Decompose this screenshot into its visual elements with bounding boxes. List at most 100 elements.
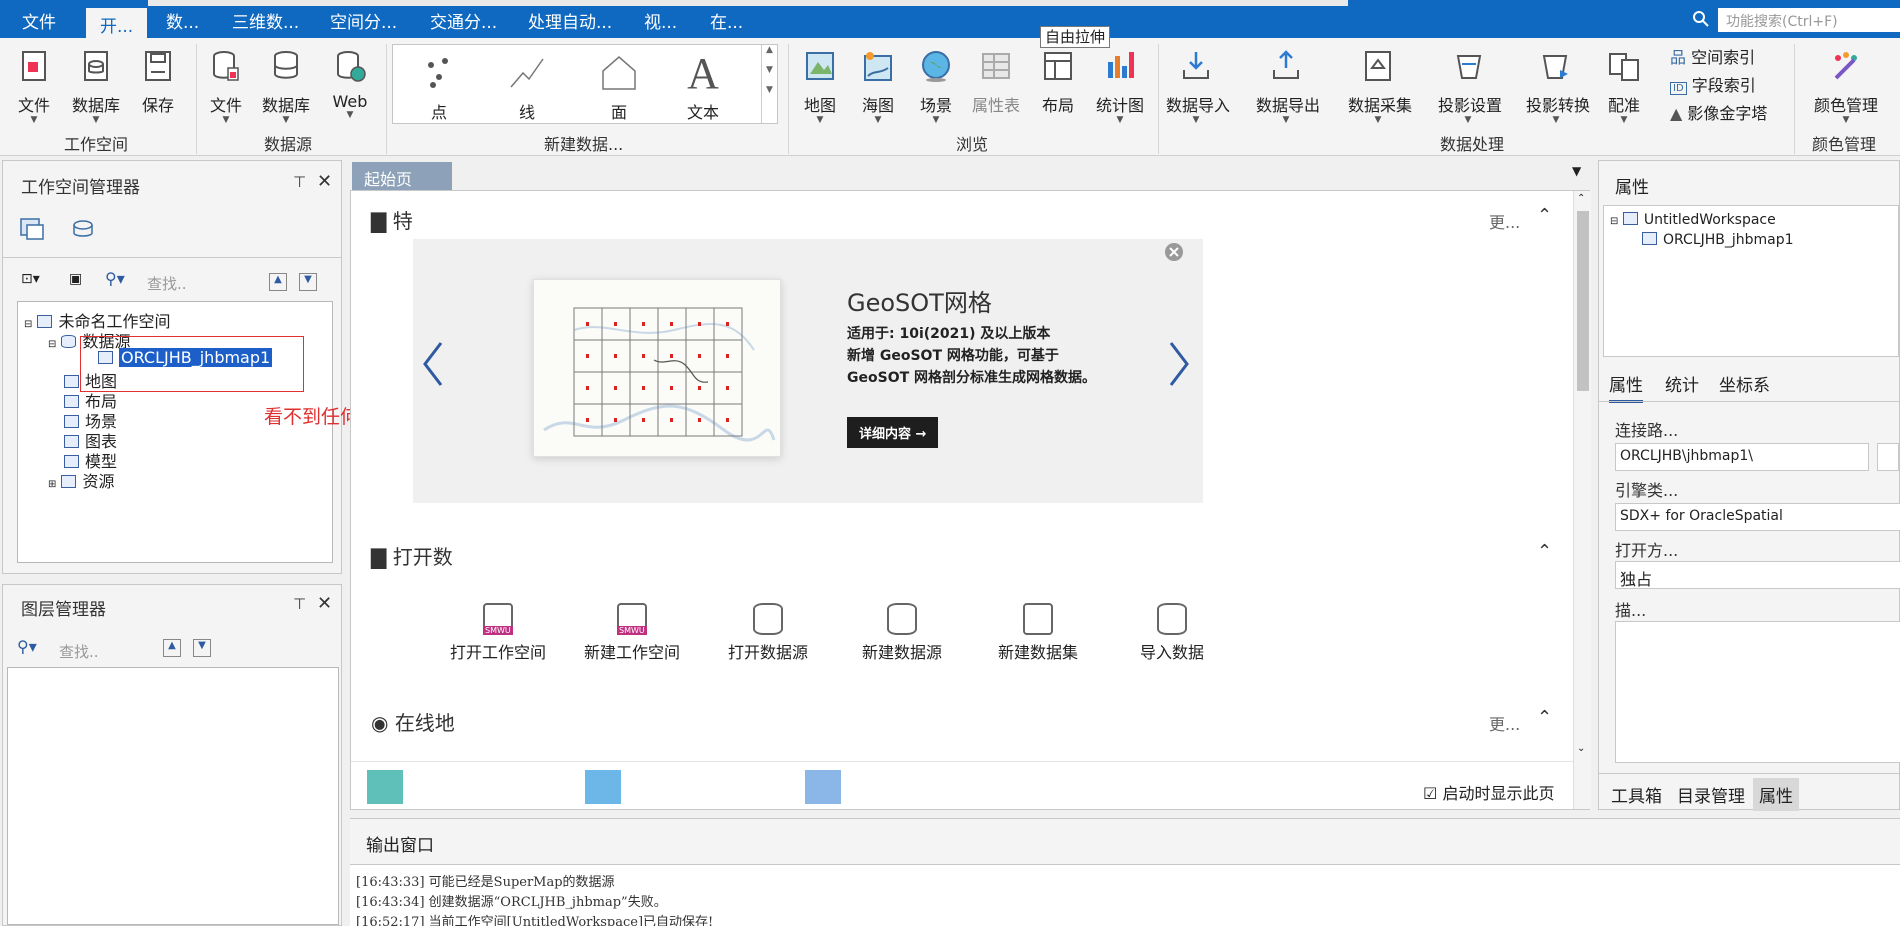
browse-attribute-table-button[interactable]: 属性表 (966, 48, 1026, 116)
toolbar-add-icon[interactable]: ⊡▾ (21, 271, 40, 287)
browse-layout-button[interactable]: 布局 (1028, 48, 1088, 116)
browse-statistics-chart-button[interactable]: 统计图 ▼ (1090, 48, 1150, 125)
tab-statistics[interactable]: 统计 (1665, 371, 1699, 396)
layers-tab-icon[interactable] (69, 217, 95, 241)
menu-file[interactable]: 文件 (22, 8, 56, 33)
projection-settings-button[interactable]: 投影设置 ▼ (1438, 48, 1502, 125)
open-workspace-button[interactable]: SMWU 打开工作空间 (443, 603, 553, 663)
new-point-button[interactable]: 点 (399, 47, 479, 123)
data-import-button[interactable]: 数据导入 ▼ (1166, 48, 1230, 125)
workspace-search-input[interactable]: 查找.. (147, 273, 187, 294)
projection-convert-icon (1542, 55, 1568, 79)
toolbar-open-icon[interactable]: ▣ (69, 271, 82, 287)
group-separator (788, 44, 789, 154)
field-index-button[interactable]: ID 字段索引 (1670, 72, 1756, 96)
menu-view[interactable]: 视... (644, 8, 677, 33)
menu-3d-data[interactable]: 三维数... (232, 8, 299, 33)
image-pyramid-button[interactable]: ▲ 影像金字塔 (1670, 100, 1767, 124)
tab-properties-bottom[interactable]: 属性 (1753, 778, 1799, 811)
move-down-button[interactable]: ▼ (193, 639, 211, 657)
workspace-file-button[interactable]: 文件 ▼ (4, 48, 64, 125)
move-up-button[interactable]: ▲ (269, 273, 287, 291)
tab-catalog[interactable]: 目录管理 (1677, 782, 1745, 807)
spatial-index-button[interactable]: 品 空间索引 (1670, 44, 1755, 68)
online-item-icon[interactable] (367, 770, 403, 804)
collapse-icon[interactable]: ⌃ (1537, 541, 1552, 562)
collapse-icon[interactable]: ⌃ (1537, 707, 1552, 728)
pin-icon[interactable]: ⊤ (293, 173, 306, 191)
tab-start-page[interactable]: 起始页 ✕ (352, 162, 452, 209)
tab-dropdown-icon[interactable]: ▼ (1572, 164, 1581, 178)
browse-map-button[interactable]: 地图 ▼ (790, 48, 850, 125)
new-face-button[interactable]: 面 (579, 47, 659, 123)
datasource-file-button[interactable]: 文件 ▼ (196, 48, 256, 125)
move-up-button[interactable]: ▲ (163, 639, 181, 657)
register-button[interactable]: 配准 ▼ (1594, 48, 1654, 125)
table-icon (982, 53, 1010, 79)
connection-field[interactable]: ORCLJHB\jhbmap1\ (1615, 443, 1869, 471)
online-more-link[interactable]: 更... (1489, 711, 1520, 735)
close-icon[interactable]: ✕ (317, 171, 332, 192)
tree-child[interactable]: ORCLJHB_jhbmap1 (1642, 232, 1794, 248)
tree-resource[interactable]: ⊞ 资源 (48, 468, 115, 492)
online-item-icon[interactable] (585, 770, 621, 804)
menu-start[interactable]: 开... (86, 8, 148, 38)
tab-toolbox[interactable]: 工具箱 (1611, 782, 1662, 807)
data-collect-button[interactable]: 数据采集 ▼ (1348, 48, 1412, 125)
gallery-scrollbar[interactable]: ▲ ▼ ▼ (761, 45, 777, 123)
banner-close-icon[interactable] (1163, 241, 1185, 263)
browse-chart-button[interactable]: 海图 ▼ (848, 48, 908, 125)
bar-chart-icon (1108, 52, 1134, 78)
open-mode-field[interactable]: 独占 (1615, 561, 1900, 589)
tab-coordinate-system[interactable]: 坐标系 (1719, 371, 1770, 396)
collapse-icon[interactable]: ⌃ (1537, 205, 1552, 226)
group-label-dataproc: 数据处理 (1440, 135, 1505, 154)
menu-online[interactable]: 在... (710, 8, 743, 33)
show-on-start-checkbox[interactable]: ☑ 启动时显示此页 (1423, 780, 1554, 804)
datasource-web-button[interactable]: Web ▼ (320, 48, 380, 120)
description-field[interactable] (1615, 621, 1900, 763)
function-search-input[interactable]: 功能搜索(Ctrl+F) (1718, 8, 1900, 32)
workspace-tab-icon[interactable] (19, 217, 45, 241)
scrollbar-thumb[interactable] (1577, 211, 1589, 391)
data-export-button[interactable]: 数据导出 ▼ (1256, 48, 1320, 125)
data-export-icon (1273, 50, 1299, 79)
prev-arrow-icon[interactable] (419, 339, 447, 389)
new-text-button[interactable]: A 文本 (663, 47, 743, 123)
browse-scene-button[interactable]: 场景 ▼ (906, 48, 966, 125)
search-icon[interactable]: ⚲▾ (105, 269, 125, 288)
new-datasource-button[interactable]: 新建数据源 (847, 603, 957, 663)
open-datasource-button[interactable]: 打开数据源 (713, 603, 823, 663)
pin-icon[interactable]: ⊤ (293, 595, 306, 613)
import-data-button[interactable]: 导入数据 (1117, 603, 1227, 663)
tree-root[interactable]: ⊟ UntitledWorkspace (1610, 212, 1776, 228)
menu-traffic-analysis[interactable]: 交通分... (430, 8, 497, 33)
banner-details-button[interactable]: 详细内容 → (847, 417, 939, 448)
color-manage-button[interactable]: 颜色管理 ▼ (1808, 48, 1884, 125)
layer-search-input[interactable]: 查找.. (59, 641, 99, 662)
new-workspace-button[interactable]: SMWU 新建工作空间 (577, 603, 687, 663)
engine-field[interactable]: SDX+ for OracleSpatial (1615, 503, 1900, 531)
close-icon[interactable]: ✕ (317, 593, 332, 614)
online-item-icon[interactable] (805, 770, 841, 804)
banner-line-1: 适用于: 10i(2021) 及以上版本 (847, 326, 1051, 342)
featured-more-link[interactable]: 更... (1489, 209, 1520, 233)
new-dataset-button[interactable]: 新建数据集 (983, 603, 1093, 663)
menu-spatial-analysis[interactable]: 空间分... (330, 8, 397, 33)
next-arrow-icon[interactable] (1165, 339, 1193, 389)
scrollbar[interactable]: ⌃ ⌄ (1573, 191, 1591, 809)
import-data-icon (1157, 603, 1187, 635)
projection-convert-button[interactable]: 投影转换 ▼ (1526, 48, 1590, 125)
new-line-button[interactable]: 线 (487, 47, 567, 123)
layer-list (7, 667, 339, 925)
search-icon[interactable] (1692, 10, 1712, 30)
tab-properties[interactable]: 属性 (1609, 371, 1643, 403)
move-down-button[interactable]: ▼ (299, 273, 317, 291)
menu-automation[interactable]: 处理自动... (528, 8, 612, 33)
menu-data[interactable]: 数... (166, 8, 199, 33)
search-icon[interactable]: ⚲▾ (17, 637, 37, 656)
workspace-database-button[interactable]: 数据库 ▼ (66, 48, 126, 125)
datasource-database-button[interactable]: 数据库 ▼ (256, 48, 316, 125)
workspace-save-button[interactable]: 保存 (128, 48, 188, 116)
copy-icon[interactable] (1877, 443, 1899, 471)
